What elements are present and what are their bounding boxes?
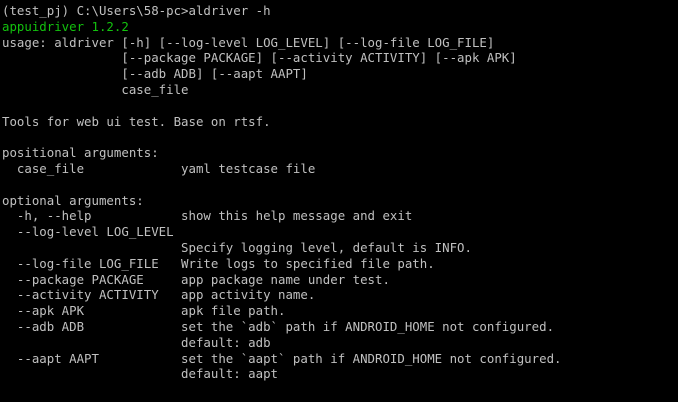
arg-adb-default: default: adb xyxy=(2,334,271,350)
usage-line-1: usage: aldriver [-h] [--log-level LOG_LE… xyxy=(2,34,495,50)
arg-aapt-default: default: aapt xyxy=(2,366,279,382)
arg-case-file: case_file yaml testcase file xyxy=(2,160,316,176)
usage-line-3: [--adb ADB] [--aapt AAPT] xyxy=(2,66,308,82)
arg-package: --package PACKAGE app package name under… xyxy=(2,271,390,287)
arg-activity: --activity ACTIVITY app activity name. xyxy=(2,287,316,303)
arg-help: -h, --help show this help message and ex… xyxy=(2,208,413,224)
arg-apk: --apk APK apk file path. xyxy=(2,303,286,319)
version-output: appuidriver 1.2.2 xyxy=(2,18,129,34)
arg-log-level-desc: Specify logging level, default is INFO. xyxy=(2,239,472,255)
optional-header: optional arguments: xyxy=(2,192,144,208)
usage-line-4: case_file xyxy=(2,81,189,97)
arg-aapt: --aapt AAPT set the `aapt` path if ANDRO… xyxy=(2,350,562,366)
arg-log-level: --log-level LOG_LEVEL xyxy=(2,224,174,240)
terminal-window[interactable]: (test_pj) C:\Users\58-pc>aldriver -h app… xyxy=(0,0,678,402)
command-prompt-line: (test_pj) C:\Users\58-pc>aldriver -h xyxy=(2,3,271,18)
arg-log-file: --log-file LOG_FILE Write logs to specif… xyxy=(2,255,435,271)
positional-header: positional arguments: xyxy=(2,145,159,161)
usage-line-2: [--package PACKAGE] [--activity ACTIVITY… xyxy=(2,50,517,66)
description-line: Tools for web ui test. Base on rtsf. xyxy=(2,113,271,129)
arg-adb: --adb ADB set the `adb` path if ANDROID_… xyxy=(2,318,555,334)
